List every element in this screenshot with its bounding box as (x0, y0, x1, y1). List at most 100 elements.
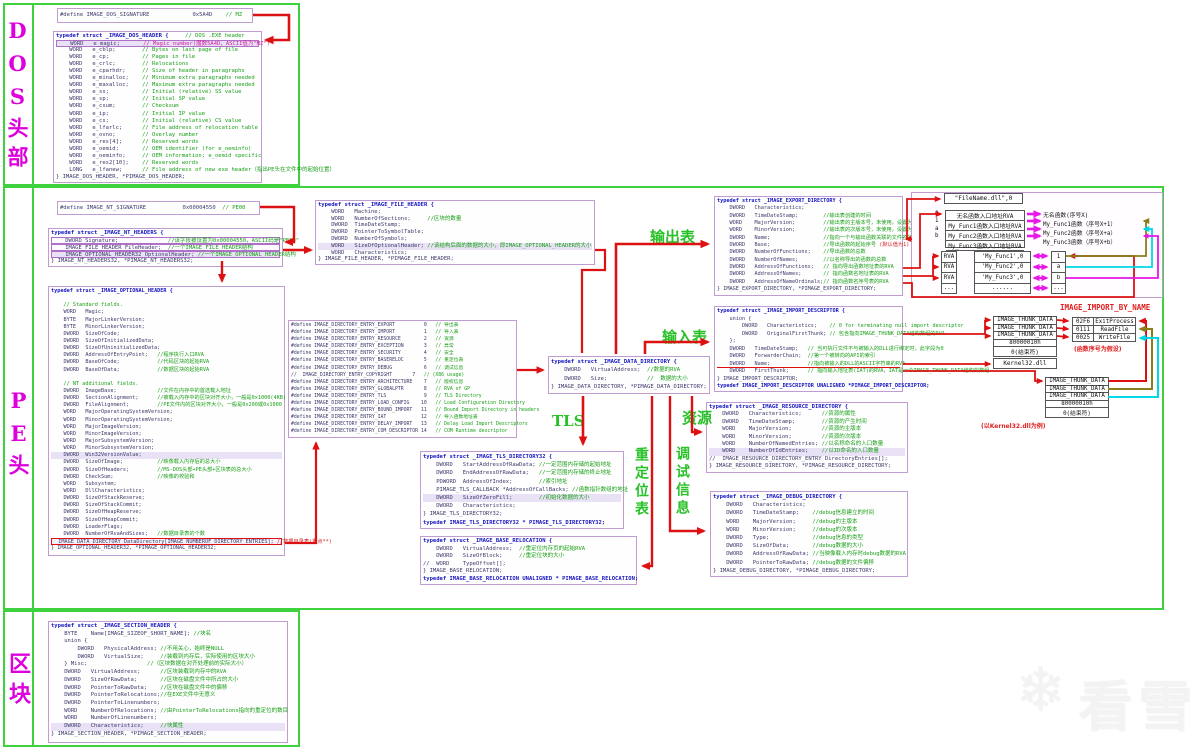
code-line: typedef struct _IMAGE_DOS_HEADER { // DO… (56, 33, 259, 40)
code-line: #define IMAGE_DOS_SIGNATURE 0x5A4D // MZ (60, 10, 250, 21)
code-line: }; (717, 338, 900, 346)
code-line: DWORD CheckSum; //映像的校验和 (51, 474, 282, 481)
ordinal-cell: ... (1052, 284, 1065, 294)
code-line: WORD e_sp; // Initial SP value (56, 96, 259, 103)
image-export-directory-box: typedef struct _IMAGE_EXPORT_DIRECTORY {… (714, 196, 903, 296)
code-line: typedef struct _IMAGE_DATA_DIRECTORY { (551, 358, 707, 366)
code-line: #define IMAGE_DIRECTORY_ENTRY_DELAY_IMPO… (291, 421, 514, 428)
code-line: } IMAGE_SECTION_HEADER, *PIMAGE_SECTION_… (51, 731, 285, 739)
blocks-label-divider (32, 612, 34, 745)
export-rva-column: RVARVARVA... (941, 251, 957, 294)
code-line: DWORD VirtualAddress; //数据的RVA (551, 366, 707, 374)
code-line: #define IMAGE_DIRECTORY_ENTRY_COM_DESCRI… (291, 428, 514, 435)
code-line: DWORD NumberOfRvaAndSizes; //数据目录表的个数 (51, 531, 282, 538)
code-line: DWORD StartAddressOfRawData; //一定范围内存储的起… (423, 461, 621, 469)
code-line: WORD MinorVersion; //资源的次版本 (709, 434, 905, 441)
export-function-label: My_Func1函数（序号X+1） (1043, 219, 1143, 228)
label-debug: 调试信息 (675, 446, 689, 518)
export-dllname-box: "FileName.dll",0 (944, 193, 1023, 204)
ordinal-cell: a (1052, 263, 1065, 274)
code-line: WORD MinorSubsystemVersion; (51, 445, 282, 452)
code-line: typedef struct _IMAGE_DEBUG_DIRECTORY { (713, 493, 905, 501)
code-line: DWORD LoaderFlags; (51, 524, 282, 531)
directory-entry-defines-box: #define IMAGE_DIRECTORY_ENTRY_EXPORT 0 /… (288, 320, 517, 438)
code-line: WORD e_cs; // Initial (relative) CS valu… (56, 118, 259, 125)
code-line: DWORD Type; //debug信息的类型 (713, 534, 905, 542)
ordinal-cell: 1 (1052, 252, 1065, 263)
code-line: DWORD SizeOfBlock; //重定位块的大小 (423, 553, 634, 561)
code-line: typedef IMAGE_BASE_RELOCATION UNALIGNED … (423, 576, 634, 584)
code-line: DWORD TimeDateStamp; // 当可执行文件不与被输入的DLL进… (717, 346, 900, 354)
code-line: DWORD NumberOfSymbols; (318, 236, 592, 243)
code-line: WORD NumberOfSections; //区块的数量 (318, 216, 592, 223)
code-line: WORD MinorVersion; //debug的次版本 (713, 526, 905, 534)
code-line: DWORD BaseOfData; //数据区块的起始RVA (51, 367, 282, 374)
code-line: WORD Subsystem; (51, 481, 282, 488)
code-line: WORD e_ip; // Initial IP value (56, 111, 259, 118)
code-line: union { (51, 638, 285, 646)
code-line: PIMAGE_TLS_CALLBACK *AddressOfCallBacks;… (423, 486, 621, 494)
code-line: WORD e_crlc; // Relocations (56, 61, 259, 68)
image-dos-header-box: typedef struct _IMAGE_DOS_HEADER { // DO… (53, 31, 262, 183)
image-optional-header-box: typedef struct _IMAGE_OPTIONAL_HEADER { … (48, 286, 285, 556)
code-line: #define IMAGE_DIRECTORY_ENTRY_EXPORT 0 /… (291, 322, 514, 329)
ordinal-caption: (函数序号为假设) (1074, 344, 1122, 353)
code-line: DWORD SizeOfStackReserve; (51, 495, 282, 502)
code-line: #define IMAGE_DIRECTORY_ENTRY_EXCEPTION … (291, 343, 514, 350)
eat-index: a (935, 225, 943, 233)
import-int-table: IMAGE_THUNK_DATAIMAGE_THUNK_DATAIMAGE_TH… (993, 316, 1057, 357)
code-line: // Standard fields. (51, 302, 282, 309)
code-line: DWORD Name; //指向一个与输出函数关联的文件名的RVA (717, 235, 900, 242)
code-line: DWORD Characteristics; (423, 502, 621, 510)
code-line: typedef IMAGE_TLS_DIRECTORY32 * PIMAGE_T… (423, 519, 621, 527)
code-line: DWORD AddressOfRawData; //当映像载入内存时debug数… (713, 550, 905, 558)
code-line: WORD MinorImageVersion; (51, 431, 282, 438)
code-line: WORD Magic; (51, 309, 282, 316)
rva-cell: RVA (942, 263, 956, 274)
thunk-cell: 0(结束符) (994, 347, 1056, 356)
code-line: WORD e_lfarlc; // File address of reloca… (56, 125, 259, 132)
code-line: DWORD PointerToSymbolTable; (318, 229, 592, 236)
code-line: } IMAGE_EXPORT_DIRECTORY, *PIMAGE_EXPORT… (717, 286, 900, 293)
label-reloc: 重定位表 (634, 447, 648, 519)
export-ordinal-table: 1ab... (1051, 251, 1066, 294)
code-line: #define IMAGE_DIRECTORY_ENTRY_IMPORT 1 /… (291, 329, 514, 336)
code-line: #define IMAGE_NT_SIGNATURE 0x00004550 //… (60, 203, 257, 213)
code-line: WORD MinorVersion; //输出表的次版本号，未使用，设置为0 (717, 227, 900, 234)
code-line: } IMAGE_DOS_HEADER, *PIMAGE_DOS_HEADER; (56, 174, 259, 181)
thunk-cell: IMAGE_THUNK_DATA (1046, 378, 1108, 386)
code-line: BYTE MajorLinkerVersion; (51, 317, 282, 324)
label-resource: 资源 (682, 407, 712, 428)
code-line: typedef struct _IMAGE_SECTION_HEADER { (51, 623, 285, 631)
code-line: IMAGE_DATA_DIRECTORY DataDirectory[IMAGE… (51, 538, 282, 545)
code-line: WORD e_minalloc; // Minimum extra paragr… (56, 75, 259, 82)
image-nt-headers-box: typedef struct _IMAGE_NT_HEADERS { DWORD… (48, 228, 283, 267)
image-import-descriptor-box: typedef struct _IMAGE_IMPORT_DESCRIPTOR … (714, 306, 903, 392)
code-line: } IMAGE_NT_HEADERS32, *PIMAGE_NT_HEADERS… (51, 258, 280, 265)
code-line: } IMAGE_DEBUG_DIRECTORY, *PIMAGE_DEBUG_D… (713, 567, 905, 575)
code-line: DWORD SizeOfCode; (51, 331, 282, 338)
code-line: DWORD SizeOfZeroFill; //初始化数据的大小 (423, 494, 621, 502)
watermark-text: 看雪 (1078, 662, 1198, 741)
eat-index: 0 (935, 210, 943, 218)
export-function-label: My_Func2函数（序号X+a） (1043, 228, 1143, 237)
image-data-directory-box: typedef struct _IMAGE_DATA_DIRECTORY { D… (548, 356, 710, 394)
eat-row: My_Func2函数入口地址RVA (946, 231, 1024, 241)
code-line: WORD MajorOperatingSystemVersion; (51, 409, 282, 416)
thunk-cell: 0(结束符) (1046, 408, 1108, 417)
code-line: DWORD PointerToLinenumbers; (51, 700, 285, 708)
code-line: DWORD SizeOfData; //debug数据的大小 (713, 542, 905, 550)
code-line: LONG e_lfanew; // File address of new ex… (56, 167, 259, 174)
eat-index: 1 (935, 218, 943, 226)
code-line: #define IMAGE_DIRECTORY_ENTRY_SECURITY 4… (291, 350, 514, 357)
import-dllname-box: Kernel32.dll (993, 358, 1057, 369)
code-line: WORD e_maxalloc; // Maximum extra paragr… (56, 82, 259, 89)
code-line: WORD e_csum; // Checksum (56, 103, 259, 110)
code-line: WORD MinorOperatingSystemVersion; (51, 417, 282, 424)
eat-row: My_Func3函数入口地址RVA (946, 241, 1024, 251)
code-line: DWORD Characteristics; //资源的属性 (709, 411, 905, 418)
code-line: DWORD PointerToRawData; //debug数据的文件偏移 (713, 559, 905, 567)
code-line: BYTE Name[IMAGE_SIZEOF_SHORT_NAME]; //块名 (51, 631, 285, 639)
code-line: DWORD SizeOfRawData; //区块在磁盘文件中所占的大小 (51, 677, 285, 685)
name-cell: 'My_Func1',0 (975, 252, 1030, 263)
